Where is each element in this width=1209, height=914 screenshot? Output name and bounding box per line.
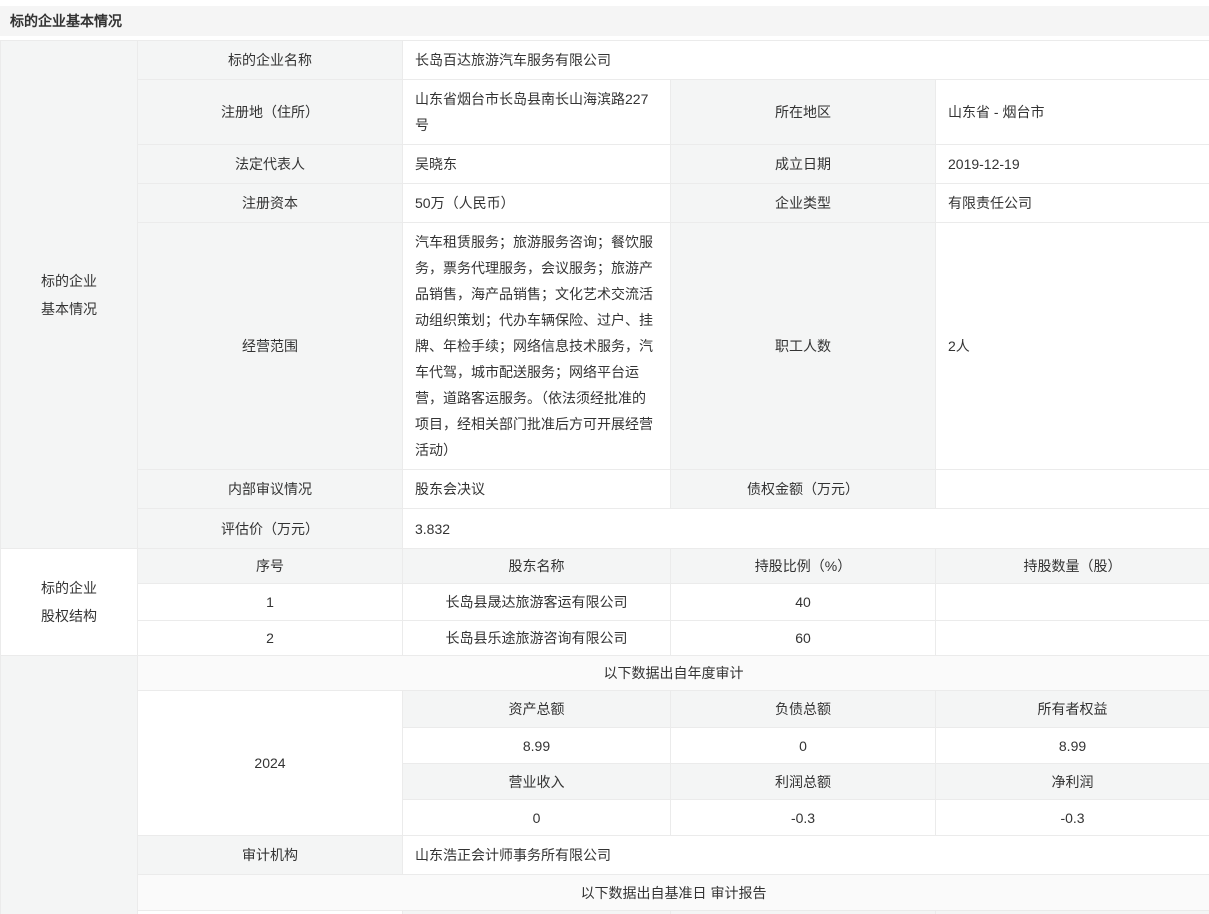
row-annual-audit-title: 以下数据出自年度审计	[1, 656, 1209, 691]
company-type-label: 企业类型	[671, 184, 936, 223]
company-name-value: 长岛百达旅游汽车服务有限公司	[403, 41, 1209, 80]
evaluation-price-value: 3.832	[403, 509, 1209, 549]
region-value: 山东省 - 烟台市	[936, 80, 1209, 145]
equity-row1-ratio: 40	[671, 584, 936, 621]
equity-row1-index: 1	[138, 584, 403, 621]
total-assets-header: 资产总额	[403, 691, 671, 728]
row-business-scope: 经营范围 汽车租赁服务；旅游服务咨询；餐饮服务，票务代理服务，会议服务；旅游产品…	[1, 223, 1209, 470]
row-company-name: 标的企业 基本情况 标的企业名称 长岛百达旅游汽车服务有限公司	[1, 41, 1209, 80]
business-scope-value: 汽车租赁服务；旅游服务咨询；餐饮服务，票务代理服务，会议服务；旅游产品销售，海产…	[403, 223, 671, 470]
equity-col-index: 序号	[138, 549, 403, 584]
row-address: 注册地（住所） 山东省烟台市长岛县南长山海滨路227号 所在地区 山东省 - 烟…	[1, 80, 1209, 145]
baseline-total-liabilities-header: 负债总额	[671, 911, 936, 914]
registered-address-label: 注册地（住所）	[138, 80, 403, 145]
equity-section-label-line1: 标的企业	[2, 574, 136, 602]
basic-info-section-label-line2: 基本情况	[2, 295, 136, 323]
equity-col-shareholder: 股东名称	[403, 549, 671, 584]
staff-count-label: 职工人数	[671, 223, 936, 470]
net-profit-header: 净利润	[936, 764, 1209, 800]
basic-info-section-label-line1: 标的企业	[2, 267, 136, 295]
equity-col-ratio: 持股比例（%）	[671, 549, 936, 584]
baseline-empty-cell	[138, 911, 403, 914]
establish-date-label: 成立日期	[671, 145, 936, 184]
revenue-header: 营业收入	[403, 764, 671, 800]
legal-representative-label: 法定代表人	[138, 145, 403, 184]
baseline-owner-equity-header: 所有者权益	[936, 911, 1209, 914]
total-liabilities-value: 0	[671, 728, 936, 764]
net-profit-value: -0.3	[936, 800, 1209, 836]
equity-row2-shares	[936, 621, 1209, 656]
row-baseline-headers: 资产总额 负债总额 所有者权益	[1, 911, 1209, 914]
annual-audit-title: 以下数据出自年度审计	[138, 656, 1209, 691]
owner-equity-header: 所有者权益	[936, 691, 1209, 728]
owner-equity-value: 8.99	[936, 728, 1209, 764]
row-annual-headers-1: 2024 资产总额 负债总额 所有者权益	[1, 691, 1209, 728]
baseline-audit-title: 以下数据出自基准日 审计报告	[138, 875, 1209, 911]
total-profit-value: -0.3	[671, 800, 936, 836]
evaluation-price-label: 评估价（万元）	[138, 509, 403, 549]
debt-amount-label: 债权金额（万元）	[671, 470, 936, 509]
company-info-table: 标的企业 基本情况 标的企业名称 长岛百达旅游汽车服务有限公司 注册地（住所） …	[0, 40, 1209, 914]
row-legal-rep: 法定代表人 吴晓东 成立日期 2019-12-19	[1, 145, 1209, 184]
row-auditor: 审计机构 山东浩正会计师事务所有限公司	[1, 836, 1209, 875]
baseline-total-assets-header: 资产总额	[403, 911, 671, 914]
basic-info-section-label: 标的企业 基本情况	[1, 41, 138, 549]
internal-review-label: 内部审议情况	[138, 470, 403, 509]
row-baseline-audit-title: 以下数据出自基准日 审计报告	[1, 875, 1209, 911]
auditor-value: 山东浩正会计师事务所有限公司	[403, 836, 1209, 875]
row-internal-review: 内部审议情况 股东会决议 债权金额（万元）	[1, 470, 1209, 509]
registered-capital-label: 注册资本	[138, 184, 403, 223]
fiscal-year: 2024	[138, 691, 403, 836]
establish-date-value: 2019-12-19	[936, 145, 1209, 184]
total-assets-value: 8.99	[403, 728, 671, 764]
region-label: 所在地区	[671, 80, 936, 145]
row-capital: 注册资本 50万（人民币） 企业类型 有限责任公司	[1, 184, 1209, 223]
company-type-value: 有限责任公司	[936, 184, 1209, 223]
row-equity-header: 标的企业 股权结构 序号 股东名称 持股比例（%） 持股数量（股）	[1, 549, 1209, 584]
equity-section-label: 标的企业 股权结构	[1, 549, 138, 656]
equity-section-label-line2: 股权结构	[2, 602, 136, 630]
registered-address-value: 山东省烟台市长岛县南长山海滨路227号	[403, 80, 671, 145]
equity-row2-index: 2	[138, 621, 403, 656]
legal-representative-value: 吴晓东	[403, 145, 671, 184]
auditor-label: 审计机构	[138, 836, 403, 875]
revenue-value: 0	[403, 800, 671, 836]
business-scope-label: 经营范围	[138, 223, 403, 470]
equity-row2-shareholder: 长岛县乐途旅游咨询有限公司	[403, 621, 671, 656]
equity-row2-ratio: 60	[671, 621, 936, 656]
equity-row1-shareholder: 长岛县晟达旅游客运有限公司	[403, 584, 671, 621]
equity-col-shares: 持股数量（股）	[936, 549, 1209, 584]
equity-row-1: 1 长岛县晟达旅游客运有限公司 40	[1, 584, 1209, 621]
row-evaluation-price: 评估价（万元） 3.832	[1, 509, 1209, 549]
internal-review-value: 股东会决议	[403, 470, 671, 509]
company-name-label: 标的企业名称	[138, 41, 403, 80]
total-liabilities-header: 负债总额	[671, 691, 936, 728]
total-profit-header: 利润总额	[671, 764, 936, 800]
debt-amount-value	[936, 470, 1209, 509]
equity-row-2: 2 长岛县乐途旅游咨询有限公司 60	[1, 621, 1209, 656]
page-title: 标的企业基本情况	[0, 6, 1209, 36]
equity-row1-shares	[936, 584, 1209, 621]
registered-capital-value: 50万（人民币）	[403, 184, 671, 223]
financial-section-sidebar	[1, 656, 138, 914]
staff-count-value: 2人	[936, 223, 1209, 470]
